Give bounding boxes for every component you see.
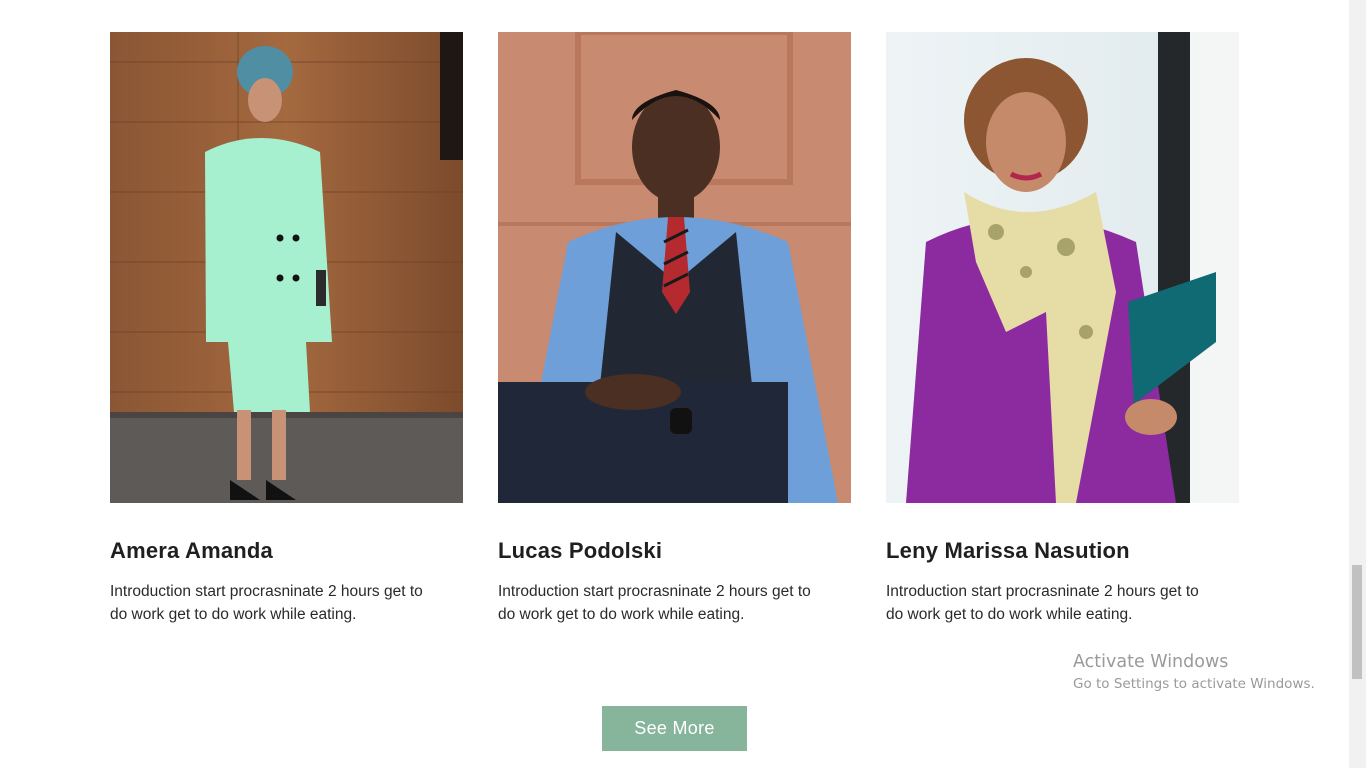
team-card: Amera Amanda Introduction start procrasn…	[110, 32, 463, 626]
team-member-name: Amera Amanda	[110, 538, 273, 563]
team-member-intro: Introduction start procrasninate 2 hours…	[498, 583, 811, 623]
watermark-subtitle: Go to Settings to activate Windows.	[1073, 676, 1315, 692]
scrollbar-thumb[interactable]	[1352, 565, 1362, 679]
team-card: Lucas Podolski Introduction start procra…	[498, 32, 851, 626]
team-member-name: Leny Marissa Nasution	[886, 538, 1130, 563]
team-section: Amera Amanda Introduction start procrasn…	[0, 0, 1366, 768]
team-member-intro: Introduction start procrasninate 2 hours…	[886, 583, 1199, 623]
vertical-scrollbar[interactable]	[1349, 0, 1366, 768]
team-member-intro: Introduction start procrasninate 2 hours…	[110, 583, 423, 623]
team-member-name: Lucas Podolski	[498, 538, 663, 563]
activate-windows-watermark: Activate Windows Go to Settings to activ…	[1073, 651, 1315, 694]
see-more-button[interactable]: See More	[602, 706, 747, 751]
team-card: Leny Marissa Nasution Introduction start…	[886, 32, 1239, 626]
team-member-photo	[110, 32, 463, 503]
team-member-photo	[886, 32, 1239, 503]
team-member-photo	[498, 32, 851, 503]
watermark-title: Activate Windows	[1073, 652, 1229, 672]
